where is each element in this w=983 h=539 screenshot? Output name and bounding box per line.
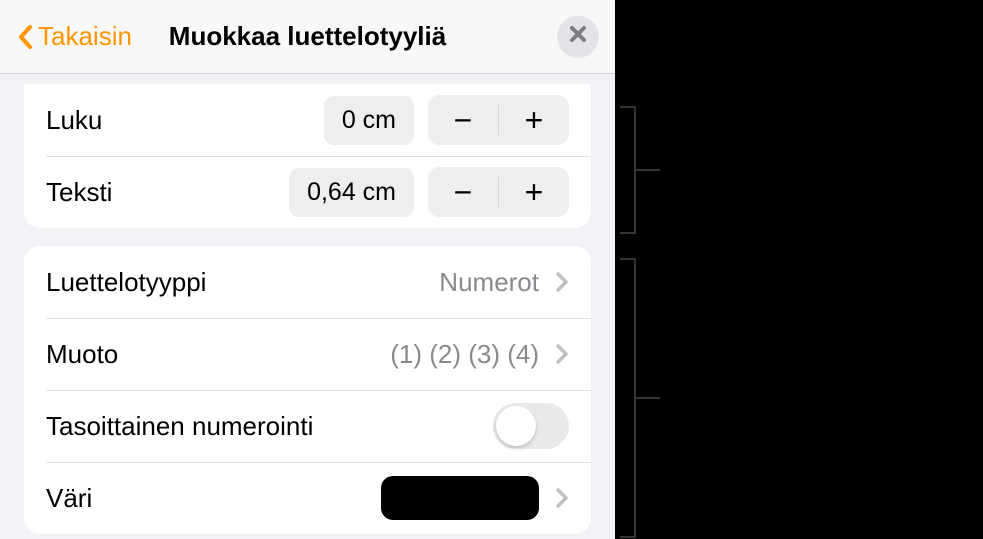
format-value: (1) (2) (3) (4) [390, 339, 539, 370]
color-row[interactable]: Väri [24, 462, 591, 534]
luku-value[interactable]: 0 cm [324, 96, 414, 145]
row-label: Tasoittainen numerointi [46, 411, 313, 442]
row-label: Teksti [46, 177, 112, 208]
row-label: Väri [46, 483, 92, 514]
panel-content: Luku 0 cm − + Teksti 0,64 cm [0, 84, 615, 534]
row-label: Muoto [46, 339, 118, 370]
row-label: Luku [46, 105, 102, 136]
luku-decrement-button[interactable]: − [428, 95, 498, 145]
tiered-numbering-row: Tasoittainen numerointi [24, 390, 591, 462]
style-section: Luettelotyyppi Numerot Muoto (1) (2) (3)… [24, 246, 591, 534]
back-button[interactable]: Takaisin [16, 21, 132, 52]
chevron-right-icon [555, 271, 569, 293]
panel-header: Takaisin Muokkaa luettelotyyliä [0, 0, 615, 74]
annotation-bracket [622, 258, 636, 538]
plus-icon: + [525, 102, 544, 139]
minus-icon: − [454, 102, 473, 139]
plus-icon: + [525, 174, 544, 211]
format-row[interactable]: Muoto (1) (2) (3) (4) [24, 318, 591, 390]
luku-stepper: − + [428, 95, 569, 145]
teksti-stepper: − + [428, 167, 569, 217]
chevron-right-icon [555, 487, 569, 509]
chevron-right-icon [555, 343, 569, 365]
teksti-decrement-button[interactable]: − [428, 167, 498, 217]
list-type-row[interactable]: Luettelotyyppi Numerot [24, 246, 591, 318]
indent-row-luku: Luku 0 cm − + [24, 84, 591, 156]
teksti-value[interactable]: 0,64 cm [289, 168, 414, 217]
color-swatch [381, 476, 539, 520]
annotation-bracket [622, 106, 636, 234]
row-label: Luettelotyyppi [46, 267, 206, 298]
annotation-line [636, 397, 660, 399]
chevron-left-icon [16, 23, 34, 51]
minus-icon: − [454, 174, 473, 211]
annotation-line [636, 169, 660, 171]
teksti-increment-button[interactable]: + [499, 167, 569, 217]
luku-increment-button[interactable]: + [499, 95, 569, 145]
list-type-value: Numerot [439, 267, 539, 298]
back-label: Takaisin [38, 21, 132, 52]
indent-row-teksti: Teksti 0,64 cm − + [24, 156, 591, 228]
indent-section: Luku 0 cm − + Teksti 0,64 cm [24, 84, 591, 228]
close-button[interactable] [557, 16, 599, 58]
toggle-knob [496, 406, 536, 446]
edit-list-style-panel: Takaisin Muokkaa luettelotyyliä Luku 0 c… [0, 0, 615, 539]
tiered-numbering-toggle[interactable] [493, 403, 569, 449]
close-icon [569, 25, 587, 48]
